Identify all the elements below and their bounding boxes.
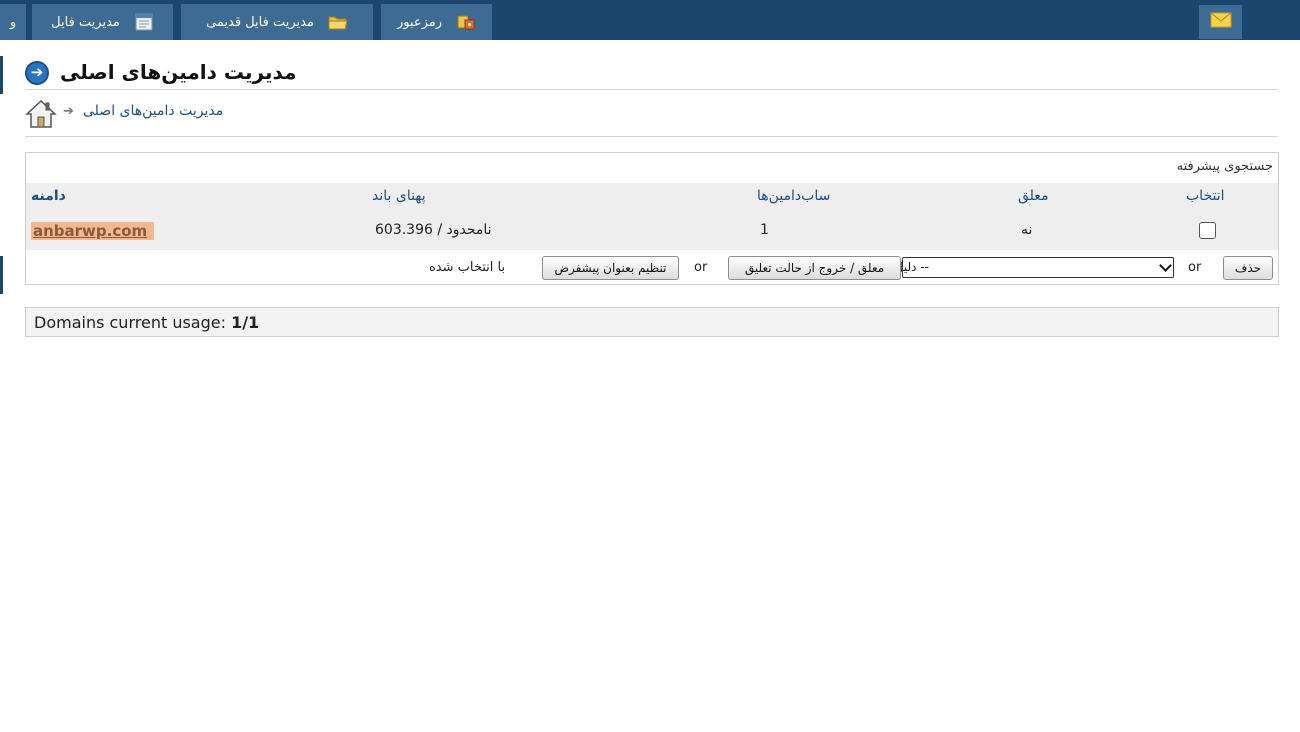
- suspend-button[interactable]: معلق / خروج از حالت تعلیق: [728, 256, 901, 280]
- chevron-down-icon: [1159, 259, 1172, 272]
- usage-label: Domains current usage:: [34, 313, 226, 332]
- password-icon: [456, 13, 476, 31]
- with-selected-label: با انتخاب شده: [429, 260, 506, 275]
- folder-icon: [328, 13, 348, 31]
- column-subdomains[interactable]: ساب‌دامین‌ها: [757, 188, 830, 204]
- usage-value: 1/1: [231, 313, 260, 332]
- page-title: مدیریت دامین‌های اصلی: [60, 60, 297, 84]
- tab-label: و: [9, 14, 17, 30]
- tab-file-manager[interactable]: مدیریت فایل: [32, 4, 173, 40]
- bulk-actions-bar: حذف or -- دلیل: معلق / خروج از حالت تعلی…: [26, 250, 1278, 284]
- column-suspended[interactable]: معلق: [1018, 188, 1049, 204]
- delete-button[interactable]: حذف: [1223, 256, 1273, 280]
- subdomains-value: 1: [760, 222, 769, 238]
- breadcrumb-arrow-icon: ➔: [63, 104, 74, 119]
- breadcrumb-link[interactable]: مدیریت دامین‌های اصلی: [83, 103, 223, 119]
- reason-select[interactable]: -- دلیل:: [891, 257, 1174, 278]
- column-select[interactable]: انتخاب: [1186, 188, 1225, 204]
- page-title-row: ➔ مدیریت دامین‌های اصلی: [25, 60, 1278, 90]
- or-label: or: [694, 260, 708, 275]
- mail-button[interactable]: [1199, 5, 1242, 39]
- tab-truncated[interactable]: و: [0, 4, 26, 40]
- file-manager-icon: [134, 13, 154, 31]
- column-bandwidth[interactable]: پهنای باند: [372, 188, 426, 204]
- table-row: نه 1 نامحدود / 603.396 anbarwp.com: [26, 212, 1278, 250]
- column-domain[interactable]: دامنه: [31, 188, 66, 204]
- top-navigation-bar: و مدیریت فایل مدیریت فایل قدیمی رمزعبور: [0, 0, 1300, 40]
- tab-label: مدیریت فایل: [51, 14, 120, 30]
- domains-usage: Domains current usage: 1/1: [25, 307, 1279, 337]
- left-edge-marker: [0, 56, 3, 94]
- mail-icon: [1210, 12, 1232, 32]
- row-select-checkbox[interactable]: [1199, 222, 1216, 239]
- set-default-button[interactable]: تنظیم بعنوان پیشفرض: [542, 256, 679, 280]
- tab-label: رمزعبور: [396, 14, 443, 30]
- home-icon[interactable]: [25, 99, 57, 129]
- or-label: or: [1188, 260, 1202, 275]
- tab-old-file-manager[interactable]: مدیریت فایل قدیمی: [181, 4, 373, 40]
- bandwidth-value: نامحدود / 603.396: [375, 222, 492, 238]
- tab-password[interactable]: رمزعبور: [381, 4, 492, 40]
- domain-link[interactable]: anbarwp.com: [31, 222, 155, 240]
- tab-label: مدیریت فایل قدیمی: [206, 14, 314, 30]
- left-edge-marker: [0, 256, 3, 294]
- table-header: انتخاب معلق ساب‌دامین‌ها پهنای باند دامن…: [26, 183, 1278, 212]
- domains-table: جستجوی پیشرفته انتخاب معلق ساب‌دامین‌ها …: [25, 152, 1279, 285]
- suspended-value: نه: [1021, 222, 1033, 238]
- breadcrumb: ➔ مدیریت دامین‌های اصلی: [25, 96, 1278, 137]
- advanced-search-link[interactable]: جستجوی پیشرفته: [1177, 159, 1273, 174]
- arrow-right-icon: ➔: [25, 61, 49, 85]
